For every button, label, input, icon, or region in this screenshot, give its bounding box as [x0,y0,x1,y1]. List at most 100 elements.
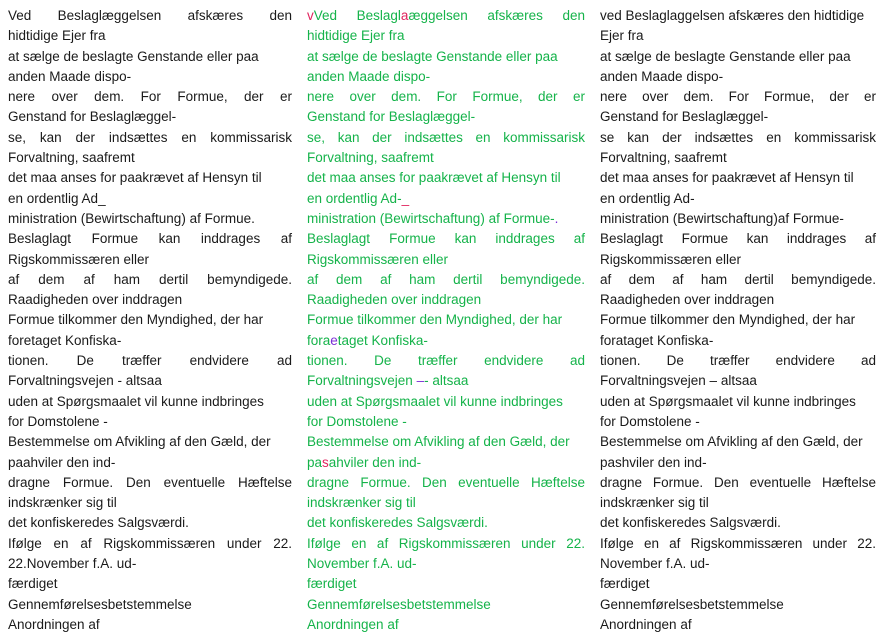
diff-line: at sælge de beslagte Genstande eller paa [307,47,585,67]
diff-text-column: vVed Beslaglaæggelsen afskæres den hidtid… [307,6,585,635]
diff-line: Beslaglagt Formue kan inddrages af [307,229,585,249]
text-line: Anordningen af [600,616,692,632]
text-line: en ordentlig Ad- [600,190,695,206]
inserted-text: e [330,332,338,348]
text-line: Forvaltning, saafremt [8,150,135,166]
original-text-column: Ved Beslaglæggelsen afskæres den hidtidig… [8,6,292,635]
unchanged-text: det maa anses for paakrævet af Hensyn ti… [307,170,561,186]
text-line: hidtidige Ejer fra [8,28,106,44]
inserted-text: . [554,210,559,226]
diff-line: dragne Formue. Den eventuelle Hæftelse [307,473,585,493]
text-line: forataget Konfiska- [600,332,714,348]
unchanged-text: færdiget [307,576,357,592]
unchanged-text: Genstand for Beslaglæggel- [307,109,476,125]
unchanged-text: Raadigheden over inddragen [307,292,482,308]
text-line: uden at Spørgsmaalet vil kunne indbringe… [600,393,856,409]
text-line: Gennemførelsesbetstemmelse [600,596,784,612]
text-line: Forvaltningsvejen – altsaa [600,373,757,389]
diff-line: Bestemmelse om Afvikling af den Gæld, de… [307,432,585,452]
unchanged-text: ahviler den ind- [328,454,422,470]
diff-line: hidtidige Ejer fra [307,26,585,46]
text-line: ministration (Bewirtschaftung) af Formue… [8,210,255,226]
text-line: 22.November f.A. ud- [8,556,137,572]
text-line: anden Maade dispo- [8,68,132,84]
unchanged-text: Forvaltning, saafremt [307,150,434,166]
text-line: paahviler den ind- [8,454,116,470]
unchanged-text: nere over dem. For Formue, der er [307,89,585,105]
text-line: tionen. De træffer endvidere ad [8,353,292,369]
diff-line: Forvaltningsvejen –- altsaa [307,371,585,391]
text-line: Rigskommissæren eller [8,251,150,267]
unchanged-text: en ordentlig Ad- [307,190,402,206]
diff-line: færdiget [307,574,585,594]
text-line: for Domstolene - [600,413,700,429]
unchanged-text: Gennemførelsesbetstemmelse [307,596,491,612]
diff-line: Genstand for Beslaglæggel- [307,107,585,127]
text-line: anden Maade dispo- [600,68,724,84]
unchanged-text: fora [307,332,331,348]
text-line: Bestemmelse om Afvikling af den Gæld, de… [8,434,271,450]
text-line: at sælge de beslagte Genstande eller paa [8,48,259,64]
text-line: at sælge de beslagte Genstande eller paa [600,48,851,64]
diff-line: Formue tilkommer den Myndighed, der har [307,310,585,330]
text-line: uden at Spørgsmaalet vil kunne indbringe… [8,393,264,409]
text-line: indskrænker sig til [8,495,117,511]
unchanged-text: uden at Spørgsmaalet vil kunne indbringe… [307,393,563,409]
unchanged-text: Rigskommissæren eller [307,251,449,267]
text-line: se, kan der indsættes en kommissarisk [8,129,292,145]
text-line: ved Beslaglaggelsen afskæres den hidtidi… [600,8,865,23]
text-line: Forvaltningsvejen - altsaa [8,373,162,389]
text-line: færdiget [8,576,58,592]
diff-line: for Domstolene - [307,412,585,432]
text-line: se kan der indsættes en kommissarisk [600,129,876,145]
text-comparison-view: Ved Beslaglæggelsen afskæres den hidtidig… [0,0,885,640]
text-line: det maa anses for paakrævet af Hensyn ti… [600,170,854,186]
unchanged-text: af dem af ham dertil bemyndigede. [307,271,585,287]
deleted-text: s [322,454,329,470]
text-line: indskrænker sig til [600,495,709,511]
text-line: nere over dem. For Formue, der er [8,89,292,105]
unchanged-text: at sælge de beslagte Genstande eller paa [307,48,558,64]
deleted-text: _ [401,190,410,206]
unchanged-text: Anordningen af [307,616,399,632]
text-line: færdiget [600,576,650,592]
diff-line: se, kan der indsættes en kommissarisk [307,128,585,148]
text-line: Ifølge en af Rigskommissæren under 22. [8,535,292,551]
text-line: foretaget Konfiska- [8,332,122,348]
text-line: Beslaglagt Formue kan inddrages af [8,231,292,247]
diff-line: Rigskommissæren eller [307,250,585,270]
unchanged-text: Bestemmelse om Afvikling af den Gæld, de… [307,434,570,450]
diff-line: tionen. De træffer endvidere ad [307,351,585,371]
unchanged-text: se, kan der indsættes en kommissarisk [307,129,585,145]
text-line: nere over dem. For Formue, der er [600,89,876,105]
text-line: af dem af ham dertil bemyndigede. [600,271,876,287]
unchanged-text: anden Maade dispo- [307,68,431,84]
text-line: Ejer fra [600,28,644,44]
diff-line: nere over dem. For Formue, der er [307,87,585,107]
inserted-text: – [416,373,425,389]
text-line: en ordentlig Ad_ [8,190,106,206]
text-line: af dem af ham dertil bemyndigede. [8,271,292,287]
text-line: Ifølge en af Rigskommissæren under 22. [600,535,876,551]
unchanged-text: dragne Formue. Den eventuelle Hæftelse [307,474,585,490]
unchanged-text: November f.A. ud- [307,556,417,572]
deleted-text: v [307,8,314,23]
diff-line: foraetaget Konfiska- [307,331,585,351]
diff-line: uden at Spørgsmaalet vil kunne indbringe… [307,392,585,412]
text-line: Raadigheden over inddragen [600,292,775,308]
diff-line: Ifølge en af Rigskommissæren under 22. [307,534,585,554]
unchanged-text: det konfiskeredes Salgsværdi. [307,515,488,531]
text-line: Bestemmelse om Afvikling af den Gæld, de… [600,434,863,450]
unchanged-text: - altsaa [424,373,469,389]
diff-line: anden Maade dispo- [307,67,585,87]
text-line: det maa anses for paakrævet af Hensyn ti… [8,170,262,186]
text-line: Raadigheden over inddragen [8,292,183,308]
unchanged-text: Formue tilkommer den Myndighed, der har [307,312,563,328]
diff-line: Raadigheden over inddragen [307,290,585,310]
diff-line: af dem af ham dertil bemyndigede. [307,270,585,290]
text-line: Beslaglagt Formue kan inddrages af [600,231,876,247]
text-line: ministration (Bewirtschaftung)af Formue- [600,210,844,226]
text-line: dragne Formue. Den eventuelle Hæftelse [600,474,876,490]
unchanged-text: taget Konfiska- [337,332,428,348]
diff-line: pasahviler den ind- [307,453,585,473]
